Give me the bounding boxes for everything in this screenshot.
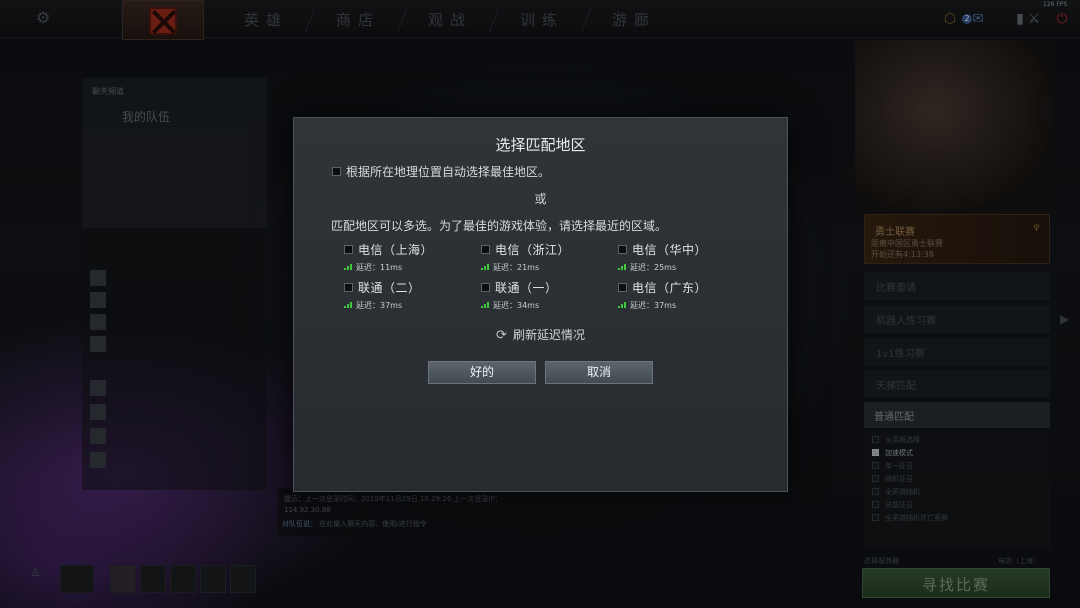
signal-bars-icon xyxy=(344,263,354,270)
refresh-label: 刷新延迟情况 xyxy=(512,328,585,342)
ping-label: 延迟：21ms xyxy=(493,263,540,272)
region-name: 联通（一） xyxy=(495,281,558,295)
refresh-icon: ⟳ xyxy=(496,328,507,343)
region-name: 电信（浙江） xyxy=(495,243,571,257)
region-description: 匹配地区可以多选。为了最佳的游戏体验，请选择最近的区域。 xyxy=(331,219,668,233)
signal-bars-icon xyxy=(481,263,491,270)
region-checkbox[interactable] xyxy=(481,245,490,254)
dialog-title: 选择匹配地区 xyxy=(495,136,586,154)
ping-label: 延迟：34ms xyxy=(493,301,540,310)
region-checkbox[interactable] xyxy=(618,245,627,254)
region-name: 电信（广东） xyxy=(632,281,708,295)
ping-label: 延迟：11ms xyxy=(356,263,403,272)
region-checkbox[interactable] xyxy=(618,283,627,292)
region-checkbox[interactable] xyxy=(481,283,490,292)
ping-label: 延迟：25ms xyxy=(630,263,677,272)
region-name: 联通（二） xyxy=(358,281,421,295)
region-name: 电信（上海） xyxy=(358,243,434,257)
auto-select-option[interactable]: 根据所在地理位置自动选择最佳地区。 xyxy=(332,163,550,180)
region-option[interactable]: 电信（广东） 延迟：37ms xyxy=(606,279,736,313)
signal-bars-icon xyxy=(618,263,628,270)
ping-label: 延迟：37ms xyxy=(630,301,677,310)
or-divider-text: 或 xyxy=(534,192,547,206)
signal-bars-icon xyxy=(344,301,354,308)
region-option[interactable]: 电信（华中） 延迟：25ms xyxy=(606,241,736,275)
region-option[interactable]: 电信（浙江） 延迟：21ms xyxy=(469,241,599,275)
ping-label: 延迟：37ms xyxy=(356,301,403,310)
auto-select-label: 根据所在地理位置自动选择最佳地区。 xyxy=(346,165,551,179)
region-name: 电信（华中） xyxy=(632,243,708,257)
select-region-dialog: 选择匹配地区 根据所在地理位置自动选择最佳地区。 或 匹配地区可以多选。为了最佳… xyxy=(293,117,788,492)
refresh-ping-button[interactable]: ⟳ 刷新延迟情况 xyxy=(294,326,787,343)
signal-bars-icon xyxy=(481,301,491,308)
region-option[interactable]: 联通（二） 延迟：37ms xyxy=(332,279,462,313)
signal-bars-icon xyxy=(618,301,628,308)
region-option[interactable]: 电信（上海） 延迟：11ms xyxy=(332,241,462,275)
region-checkbox[interactable] xyxy=(344,283,353,292)
cancel-button[interactable]: 取消 xyxy=(545,361,653,384)
region-checkbox[interactable] xyxy=(344,245,353,254)
auto-select-checkbox[interactable] xyxy=(332,167,341,176)
ok-button[interactable]: 好的 xyxy=(428,361,536,384)
region-option[interactable]: 联通（一） 延迟：34ms xyxy=(469,279,599,313)
